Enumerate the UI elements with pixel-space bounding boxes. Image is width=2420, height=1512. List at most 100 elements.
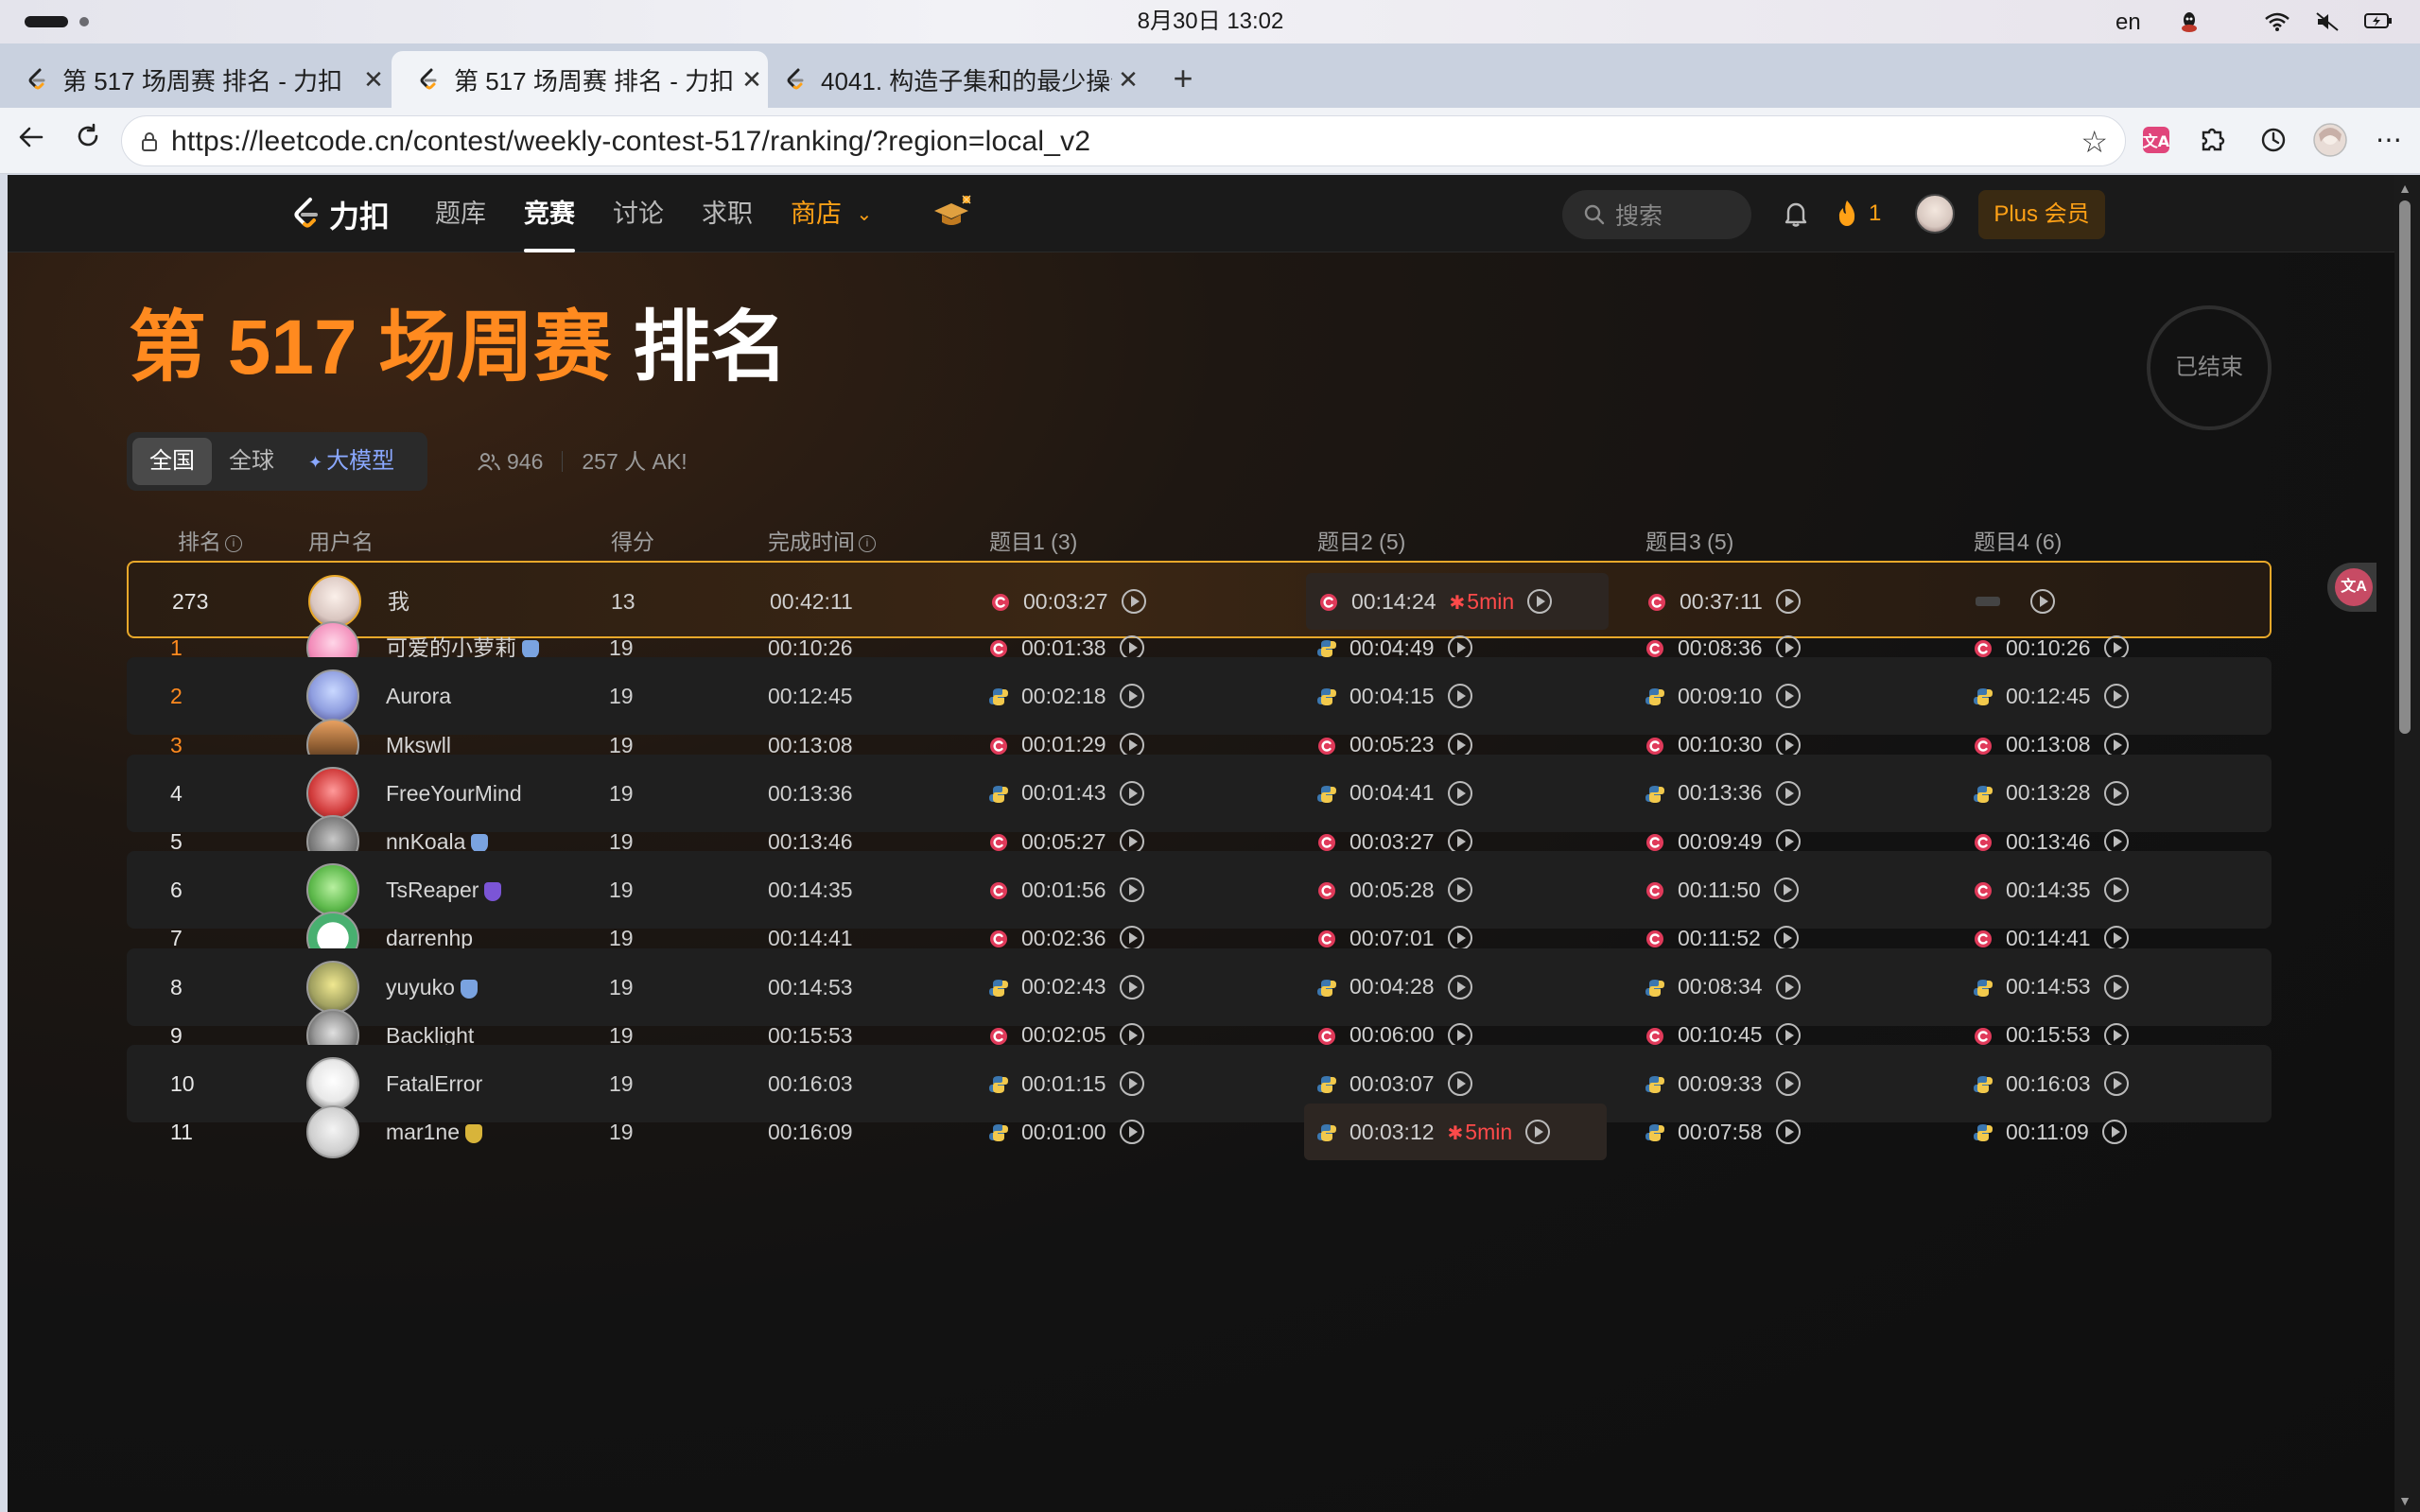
play-replay-icon[interactable] (2103, 684, 2129, 709)
play-replay-icon[interactable] (1447, 732, 1472, 757)
username[interactable]: FreeYourMind (386, 781, 522, 806)
nav-jobs[interactable]: 求职 (702, 175, 753, 252)
username[interactable]: Backlight (386, 1023, 474, 1048)
play-replay-icon[interactable] (1119, 1022, 1144, 1048)
search-input[interactable]: 搜索 (1562, 190, 1751, 239)
user-avatar[interactable] (1915, 194, 1955, 234)
url-text[interactable]: https://leetcode.cn/contest/weekly-conte… (171, 116, 1090, 167)
leetcode-logo[interactable]: 力扣 (289, 196, 390, 234)
tab-problem-4041[interactable]: 4041. 构造子集和的最少操作 ✕ (770, 51, 1144, 108)
scrollbar-thumb[interactable] (2399, 200, 2411, 734)
user-avatar[interactable] (306, 1105, 359, 1159)
user-badge-icon[interactable] (484, 882, 502, 902)
username[interactable]: TsReaper (386, 878, 479, 902)
history-icon[interactable] (2255, 121, 2292, 159)
os-clock[interactable]: 8月30日 13:02 (1116, 6, 1305, 38)
region-national[interactable]: 全国 (132, 438, 212, 485)
play-replay-icon[interactable] (1775, 829, 1801, 854)
lock-icon[interactable] (141, 131, 158, 152)
username[interactable]: 可爱的小萝莉 (386, 635, 516, 660)
username[interactable]: Aurora (386, 684, 451, 708)
play-replay-icon[interactable] (2103, 732, 2129, 757)
info-icon[interactable]: i (859, 534, 876, 552)
play-replay-icon[interactable] (1119, 878, 1144, 903)
back-arrow-icon[interactable] (13, 123, 49, 159)
play-replay-icon[interactable] (2103, 974, 2129, 999)
play-replay-icon[interactable] (1773, 878, 1799, 903)
bell-icon[interactable] (1780, 198, 1812, 230)
graduation-cap-icon[interactable] (931, 192, 974, 235)
play-replay-icon[interactable] (1119, 635, 1144, 661)
bookmark-star-icon[interactable]: ☆ (2081, 126, 2108, 158)
info-icon[interactable]: i (225, 534, 242, 552)
play-replay-icon[interactable] (1119, 974, 1144, 999)
tab-contest-ranking-1[interactable]: 第 517 场周赛 排名 - 力扣 ✕ (0, 51, 390, 108)
streak-counter[interactable]: 1 (1835, 196, 1881, 232)
user-badge-icon[interactable] (464, 1124, 482, 1144)
play-replay-icon[interactable] (1119, 732, 1144, 757)
play-replay-icon[interactable] (1447, 974, 1472, 999)
play-replay-icon[interactable] (1447, 829, 1472, 854)
play-replay-icon[interactable] (1447, 780, 1472, 806)
user-badge-icon[interactable] (471, 833, 489, 853)
play-replay-icon[interactable] (1775, 1120, 1801, 1145)
play-replay-icon[interactable] (2103, 780, 2129, 806)
user-badge-icon[interactable] (522, 640, 539, 660)
play-replay-icon[interactable] (1447, 1071, 1472, 1096)
play-replay-icon[interactable] (1773, 926, 1799, 951)
profile-avatar[interactable] (2311, 121, 2349, 159)
play-replay-icon[interactable] (2103, 1071, 2129, 1096)
nav-store[interactable]: 商店 ⌄ (791, 175, 872, 252)
input-method-indicator[interactable]: en (2115, 7, 2141, 39)
user-badge-icon[interactable] (460, 979, 478, 999)
nav-discuss[interactable]: 讨论 (613, 175, 664, 252)
translate-extension-icon[interactable]: 文A (2137, 121, 2175, 159)
play-replay-icon[interactable] (1119, 1071, 1144, 1096)
mute-icon[interactable] (2315, 11, 2340, 32)
play-replay-icon[interactable] (1525, 1120, 1551, 1145)
plus-member-button[interactable]: Plus 会员 (1978, 190, 2105, 239)
play-replay-icon[interactable] (1775, 974, 1801, 999)
play-replay-icon[interactable] (2103, 878, 2129, 903)
more-menu-icon[interactable]: ⋯ (2370, 121, 2408, 159)
scroll-down-arrow-icon[interactable]: ▼ (2398, 1494, 2411, 1507)
username[interactable]: mar1ne (386, 1120, 460, 1144)
play-replay-icon[interactable] (1775, 684, 1801, 709)
url-bar[interactable]: https://leetcode.cn/contest/weekly-conte… (121, 115, 2126, 166)
play-replay-icon[interactable] (2101, 1120, 2127, 1145)
play-replay-icon[interactable] (1447, 1022, 1472, 1048)
extensions-puzzle-icon[interactable] (2194, 121, 2232, 159)
play-replay-icon[interactable] (1447, 926, 1472, 951)
battery-icon[interactable] (2364, 11, 2392, 32)
play-replay-icon[interactable] (1775, 732, 1801, 757)
new-tab-button[interactable]: + (1161, 57, 1205, 100)
close-tab-icon[interactable]: ✕ (736, 65, 768, 95)
region-llm[interactable]: ✦ 大模型 (291, 438, 411, 485)
play-replay-icon[interactable] (2103, 635, 2129, 661)
play-replay-icon[interactable] (2103, 926, 2129, 951)
play-replay-icon[interactable] (1119, 926, 1144, 951)
nav-contest[interactable]: 竞赛 (524, 175, 575, 252)
play-replay-icon[interactable] (1447, 635, 1472, 661)
play-replay-icon[interactable] (1775, 1022, 1801, 1048)
play-replay-icon[interactable] (1775, 635, 1801, 661)
nav-problemset[interactable]: 题库 (435, 175, 486, 252)
play-replay-icon[interactable] (1447, 684, 1472, 709)
play-replay-icon[interactable] (1119, 780, 1144, 806)
username[interactable]: FatalError (386, 1071, 482, 1096)
play-replay-icon[interactable] (1447, 878, 1472, 903)
username[interactable]: nnKoala (386, 829, 465, 854)
region-global[interactable]: 全球 (212, 438, 291, 485)
play-replay-icon[interactable] (1775, 780, 1801, 806)
play-replay-icon[interactable] (1119, 1120, 1144, 1145)
play-replay-icon[interactable] (2103, 829, 2129, 854)
qq-icon[interactable] (2177, 11, 2202, 32)
wifi-icon[interactable] (2264, 11, 2289, 32)
close-tab-icon[interactable]: ✕ (1112, 65, 1144, 95)
scroll-up-arrow-icon[interactable]: ▲ (2398, 182, 2411, 195)
play-replay-icon[interactable] (1119, 829, 1144, 854)
play-replay-icon[interactable] (1775, 1071, 1801, 1096)
username-cell[interactable]: mar1ne (386, 1093, 482, 1171)
play-replay-icon[interactable] (1119, 684, 1144, 709)
username[interactable]: darrenhp (386, 926, 473, 950)
